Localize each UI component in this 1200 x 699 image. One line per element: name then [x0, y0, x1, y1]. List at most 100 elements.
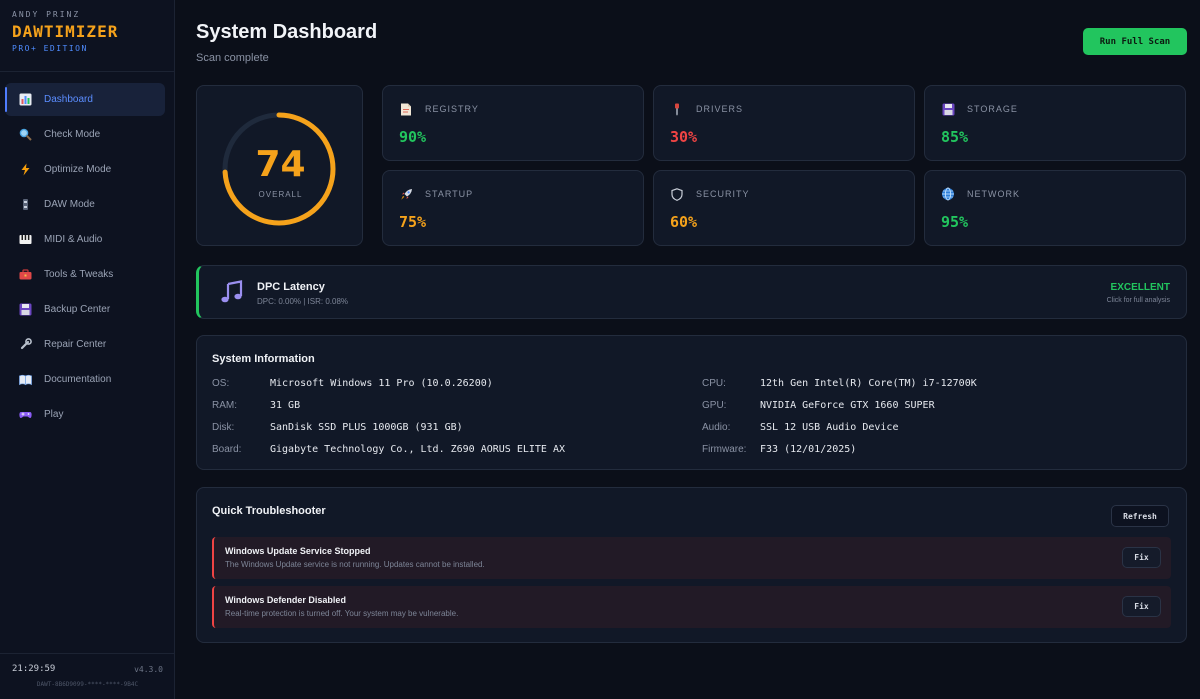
info-row-audio: Audio: SSL 12 USB Audio Device	[702, 420, 898, 434]
sidebar-nav: Dashboard Check Mode Optimize Mode DAW M…	[0, 72, 174, 431]
stat-label: STARTUP	[425, 189, 474, 199]
shield-icon	[670, 187, 684, 201]
mixer-icon	[18, 198, 32, 212]
info-key: GPU:	[702, 399, 727, 411]
info-key: Board:	[212, 443, 242, 455]
dpc-status: EXCELLENT	[1110, 282, 1170, 293]
brand-edition: PRO+ EDITION	[12, 44, 88, 53]
quick-troubleshooter-card: Quick Troubleshooter Refresh Windows Upd…	[196, 487, 1187, 643]
magnifier-icon	[18, 128, 32, 142]
overall-score-card: 74 OVERALL	[196, 85, 363, 246]
stat-value: 95%	[941, 213, 969, 231]
info-value: NVIDIA GeForce GTX 1660 SUPER	[760, 399, 935, 411]
stat-card-registry[interactable]: REGISTRY 90%	[382, 85, 644, 161]
sidebar: ANDY PRINZ DAWTIMIZER PRO+ EDITION Dashb…	[0, 0, 175, 699]
stat-label: SECURITY	[696, 189, 750, 199]
sidebar-item-check-mode[interactable]: Check Mode	[5, 118, 165, 151]
info-value: Microsoft Windows 11 Pro (10.0.26200)	[270, 377, 493, 389]
rocket-icon	[399, 187, 413, 201]
info-row-disk: Disk: SanDisk SSD PLUS 1000GB (931 GB)	[212, 420, 463, 434]
stat-value: 90%	[399, 128, 427, 146]
issue-description: The Windows Update service is not runnin…	[225, 560, 485, 569]
hardware-id: DAWT-8B6D9099-****-****-9B4C	[36, 681, 139, 688]
issue-title: Windows Update Service Stopped	[225, 546, 371, 556]
info-key: Firmware:	[702, 443, 747, 455]
info-value: Gigabyte Technology Co., Ltd. Z690 AORUS…	[270, 443, 566, 455]
brand: ANDY PRINZ DAWTIMIZER PRO+ EDITION	[0, 0, 174, 72]
toolbox-icon	[18, 268, 32, 282]
sidebar-footer: 21:29:59 v4.3.0 DAWT-8B6D9099-****-****-…	[0, 653, 175, 699]
sidebar-item-label: MIDI & Audio	[44, 234, 103, 245]
sidebar-item-daw-mode[interactable]: DAW Mode	[5, 188, 165, 221]
chart-icon	[18, 93, 32, 107]
info-key: Disk:	[212, 421, 235, 433]
overall-score-label: OVERALL	[258, 190, 303, 199]
sidebar-item-label: Documentation	[44, 374, 112, 385]
clock: 21:29:59	[12, 664, 56, 674]
issue-title: Windows Defender Disabled	[225, 595, 346, 605]
fix-button[interactable]: Fix	[1122, 596, 1161, 617]
piano-icon	[18, 233, 32, 247]
sidebar-item-label: Check Mode	[44, 129, 101, 140]
system-information-title: System Information	[212, 353, 315, 365]
info-row-firmware: Firmware: F33 (12/01/2025)	[702, 442, 856, 456]
sidebar-item-optimize-mode[interactable]: Optimize Mode	[5, 153, 165, 186]
stat-label: DRIVERS	[696, 104, 744, 114]
fix-button[interactable]: Fix	[1122, 547, 1161, 568]
overall-score-value: 74	[255, 144, 306, 185]
sidebar-item-dashboard[interactable]: Dashboard	[5, 83, 165, 116]
dpc-hint: Click for full analysis	[1106, 297, 1170, 304]
stat-card-security[interactable]: SECURITY 60%	[653, 170, 915, 246]
stat-card-startup[interactable]: STARTUP 75%	[382, 170, 644, 246]
stat-card-storage[interactable]: STORAGE 85%	[924, 85, 1186, 161]
dpc-latency-card[interactable]: DPC Latency DPC: 0.00% | ISR: 0.08% EXCE…	[196, 265, 1187, 319]
sidebar-item-documentation[interactable]: Documentation	[5, 363, 165, 396]
stat-value: 30%	[670, 128, 698, 146]
info-key: CPU:	[702, 377, 726, 389]
app-logo: DAWTIMIZER	[12, 22, 119, 41]
quick-troubleshooter-title: Quick Troubleshooter	[212, 505, 326, 517]
dpc-metrics: DPC: 0.00% | ISR: 0.08%	[257, 297, 349, 306]
sidebar-item-tools-tweaks[interactable]: Tools & Tweaks	[5, 258, 165, 291]
sidebar-item-label: Play	[44, 409, 64, 420]
sidebar-item-label: DAW Mode	[44, 199, 95, 210]
info-key: OS:	[212, 377, 230, 389]
stat-value: 85%	[941, 128, 969, 146]
wrench-icon	[18, 338, 32, 352]
info-value: SanDisk SSD PLUS 1000GB (931 GB)	[270, 421, 463, 433]
sidebar-item-label: Optimize Mode	[44, 164, 112, 175]
info-row-board: Board: Gigabyte Technology Co., Ltd. Z69…	[212, 442, 565, 456]
info-value: SSL 12 USB Audio Device	[760, 421, 899, 433]
info-key: RAM:	[212, 399, 237, 411]
stat-card-network[interactable]: NETWORK 95%	[924, 170, 1186, 246]
sidebar-item-midi-audio[interactable]: MIDI & Audio	[5, 223, 165, 256]
issue-item: Windows Update Service Stopped The Windo…	[212, 537, 1171, 579]
stat-label: STORAGE	[967, 104, 1018, 114]
sidebar-item-label: Backup Center	[44, 304, 111, 315]
stat-value: 60%	[670, 213, 698, 231]
lightning-icon	[18, 163, 32, 177]
info-row-cpu: CPU: 12th Gen Intel(R) Core(TM) i7-12700…	[702, 376, 977, 390]
info-value: 31 GB	[270, 399, 301, 411]
info-row-os: OS: Microsoft Windows 11 Pro (10.0.26200…	[212, 376, 493, 390]
sidebar-item-repair-center[interactable]: Repair Center	[5, 328, 165, 361]
sidebar-item-label: Dashboard	[44, 94, 93, 105]
version-label: v4.3.0	[134, 664, 163, 674]
refresh-button[interactable]: Refresh	[1111, 505, 1169, 527]
issue-description: Real-time protection is turned off. Your…	[225, 609, 459, 618]
globe-icon	[941, 187, 955, 201]
gamepad-icon	[18, 408, 32, 422]
info-value: 12th Gen Intel(R) Core(TM) i7-12700K	[760, 377, 977, 389]
issue-item: Windows Defender Disabled Real-time prot…	[212, 586, 1171, 628]
floppy-icon	[18, 303, 32, 317]
sidebar-item-backup-center[interactable]: Backup Center	[5, 293, 165, 326]
system-information-card: System Information OS: Microsoft Windows…	[196, 335, 1187, 470]
run-full-scan-button[interactable]: Run Full Scan	[1083, 28, 1187, 55]
book-icon	[18, 373, 32, 387]
music-note-icon	[219, 279, 245, 305]
sidebar-item-play[interactable]: Play	[5, 398, 165, 431]
stat-label: NETWORK	[967, 189, 1020, 199]
brand-author: ANDY PRINZ	[12, 10, 81, 19]
screwdriver-icon	[670, 102, 684, 116]
stat-card-drivers[interactable]: DRIVERS 30%	[653, 85, 915, 161]
